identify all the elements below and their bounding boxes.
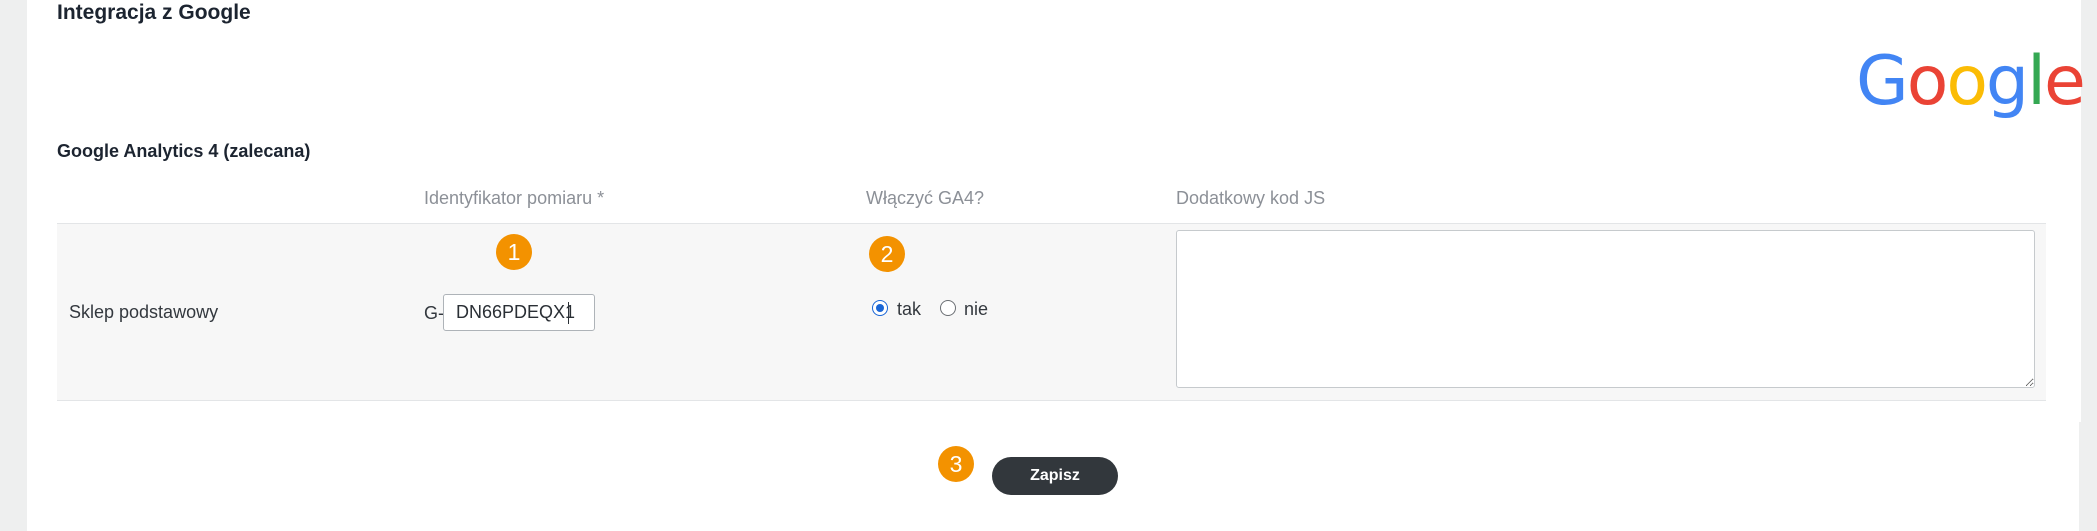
column-header-extra-js: Dodatkowy kod JS bbox=[1176, 188, 1326, 208]
enable-ga4-yes-label[interactable]: tak bbox=[897, 299, 921, 320]
logo-letter: o bbox=[1906, 42, 1949, 121]
logo-letter: o bbox=[1946, 42, 1988, 121]
enable-ga4-yes-radio[interactable] bbox=[872, 300, 888, 316]
save-button[interactable]: Zapisz bbox=[992, 457, 1118, 495]
ga4-section-title: Google Analytics 4 (zalecana) bbox=[57, 141, 311, 161]
logo-letter: e bbox=[2044, 42, 2086, 121]
text-cursor bbox=[568, 302, 569, 324]
page-background-edge bbox=[2079, 422, 2097, 531]
measurement-id-input[interactable] bbox=[443, 294, 595, 331]
column-header-enable-ga4: Włączyć GA4? bbox=[866, 188, 985, 208]
step-badge-3: 3 bbox=[938, 446, 974, 482]
google-logo: Google bbox=[1856, 42, 2086, 121]
step-badge-1: 1 bbox=[496, 234, 532, 270]
section-title: Integracja z Google bbox=[57, 1, 251, 24]
logo-letter: l bbox=[2027, 42, 2046, 121]
measurement-id-prefix: G- bbox=[424, 303, 444, 323]
extra-js-textarea[interactable] bbox=[1176, 230, 2035, 388]
logo-letter: g bbox=[1985, 42, 2029, 121]
column-header-measurement-id: Identyfikator pomiaru * bbox=[424, 188, 605, 208]
logo-letter: G bbox=[1856, 42, 1909, 121]
step-badge-2: 2 bbox=[869, 236, 905, 272]
enable-ga4-no-radio[interactable] bbox=[940, 300, 956, 316]
store-name: Sklep podstawowy bbox=[69, 302, 219, 322]
enable-ga4-no-label[interactable]: nie bbox=[964, 299, 988, 320]
